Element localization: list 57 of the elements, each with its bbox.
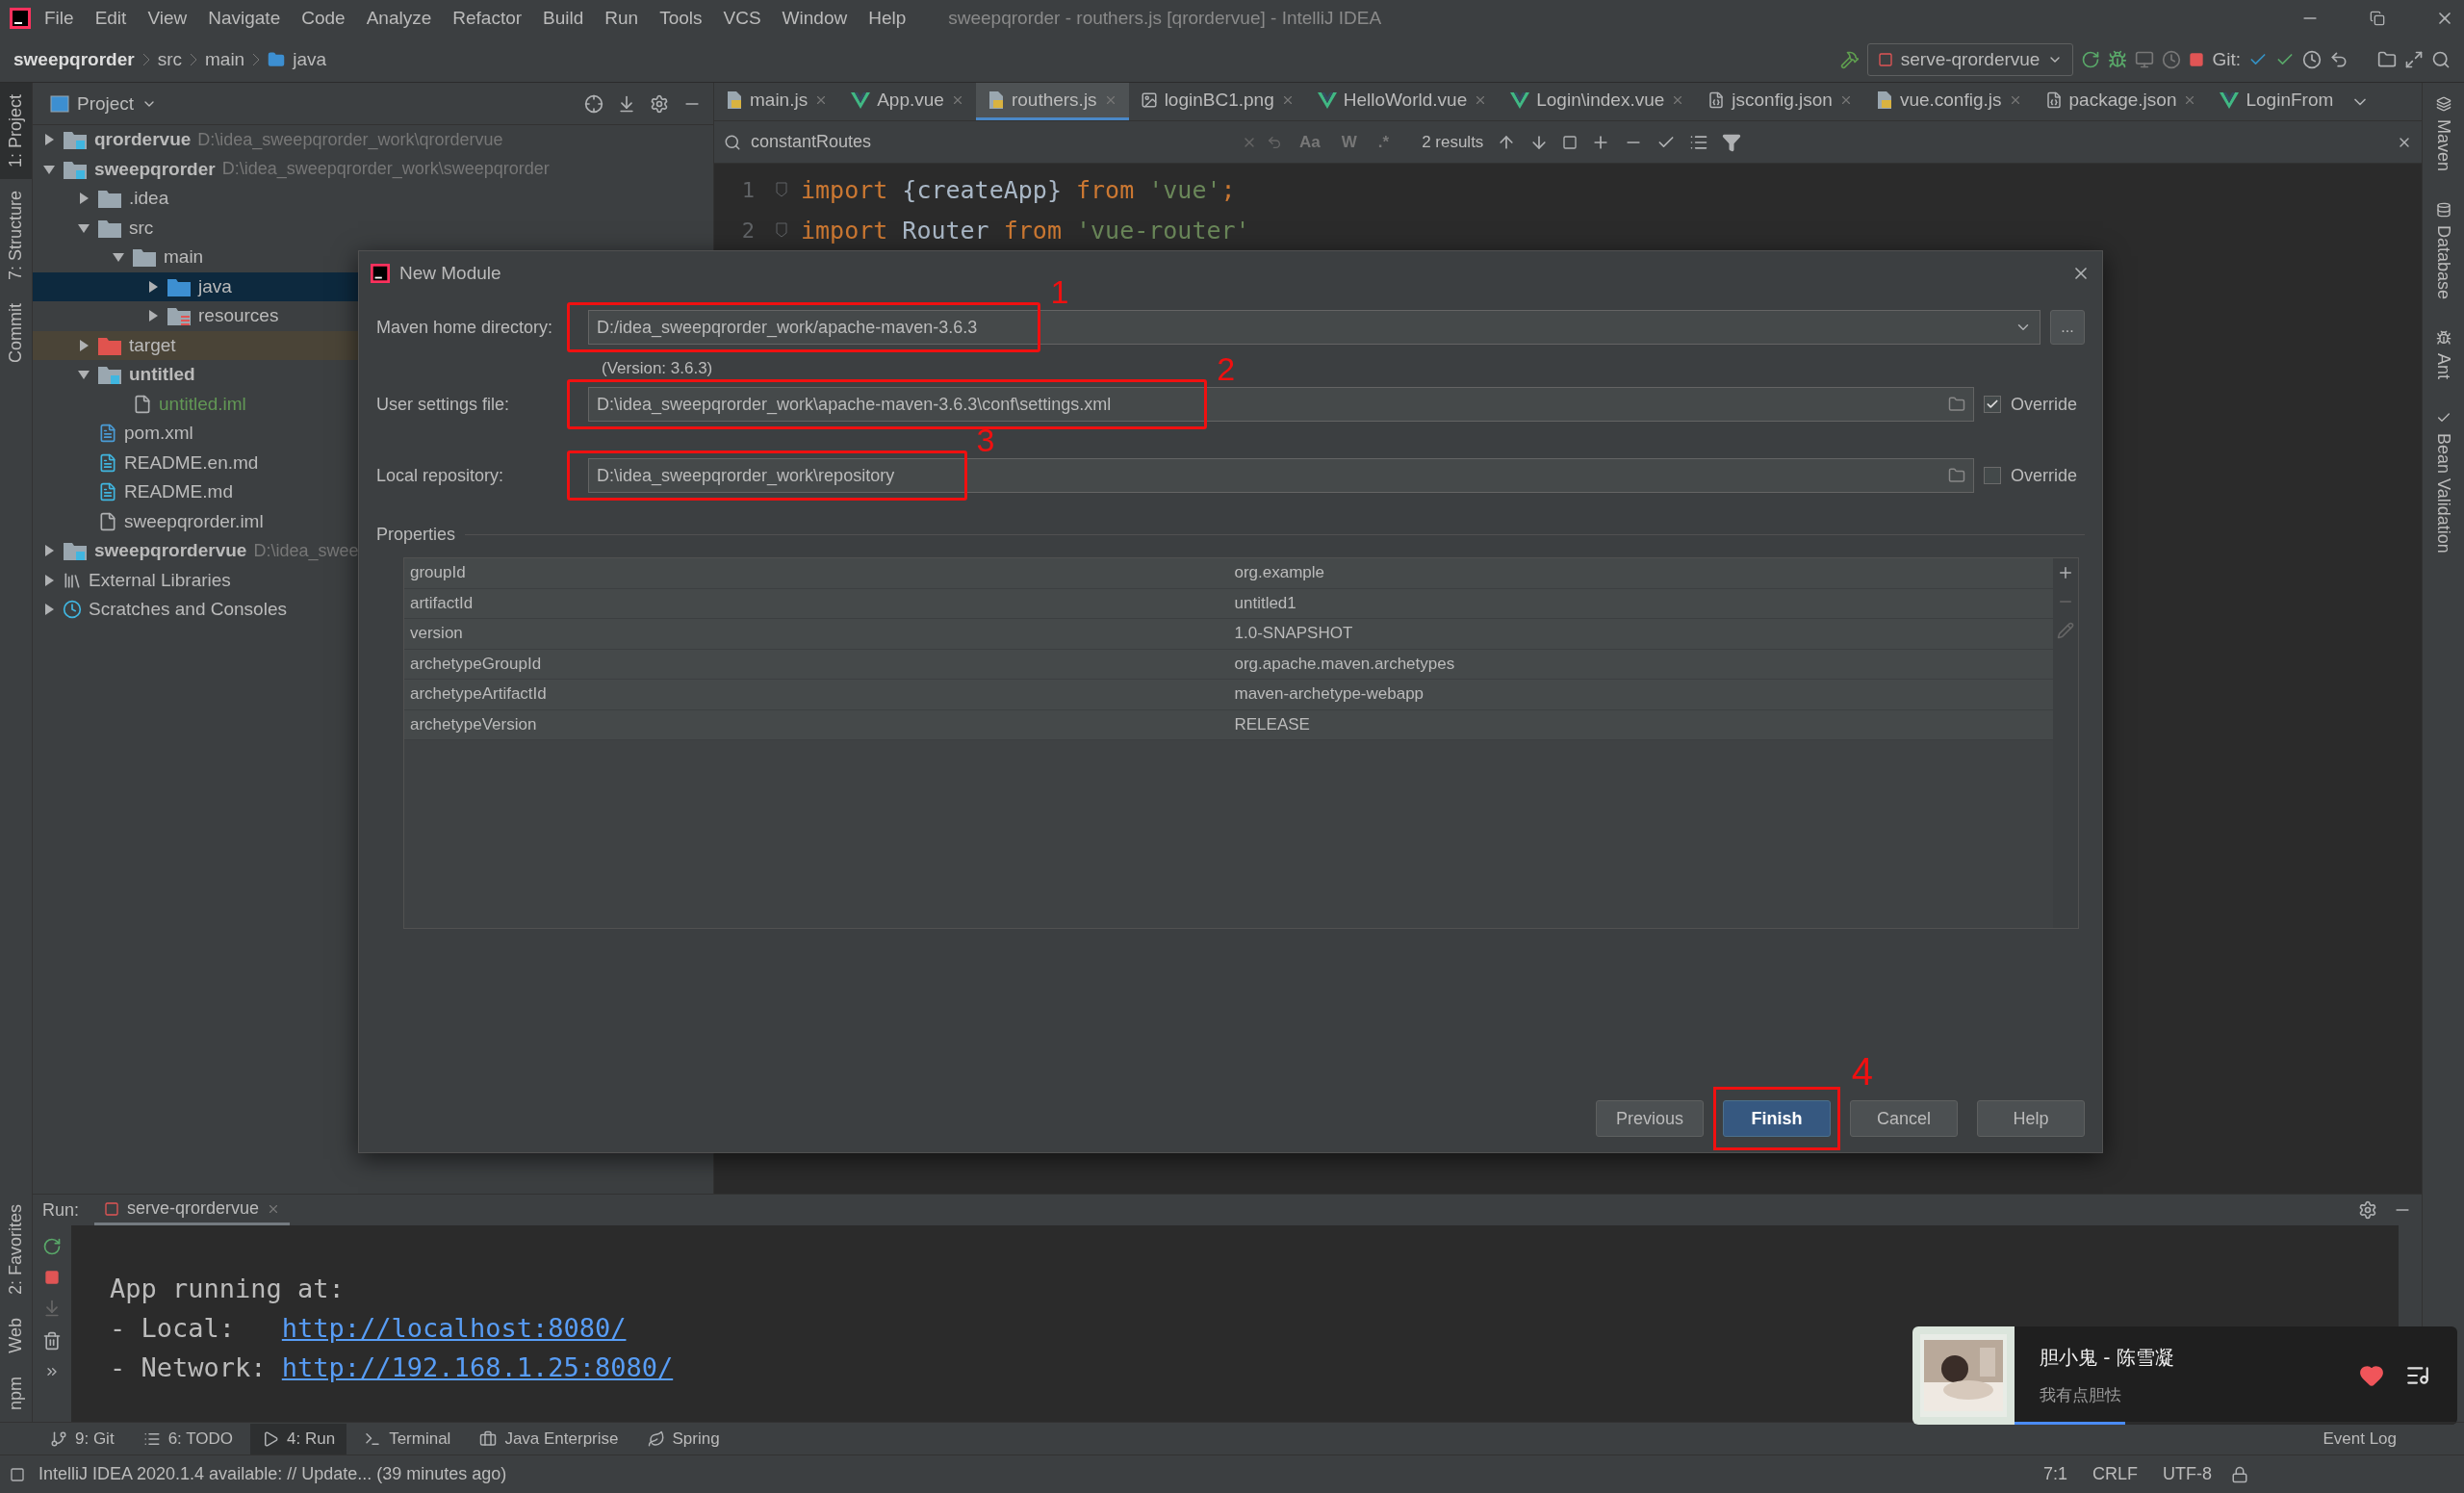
field-value: D:/idea_sweepqrorder_work/apache-maven-3.6.3 [597,317,978,338]
tree-item-name: target [129,334,176,356]
table-cell-text: groupId [409,563,467,583]
tree-item-name: Scratches and Consoles [89,599,287,621]
tree-item-name: untitled.iml [159,393,246,415]
tree-item-path: D:\idea_swee [253,540,359,561]
table-cell-text: archetypeVersion [409,714,538,734]
song-subtitle: 我有点胆怯 [2040,1384,2122,1406]
annotation-number: 1 [1050,275,1069,308]
line-number: 2 [740,218,756,243]
table-cell-text: RELEASE [1233,714,1311,734]
annotation-number: 3 [976,424,995,456]
table-cell-text: version [409,624,464,644]
version-note: (Version: 3.6.3) [602,359,713,378]
tree-item-name: README.en.md [124,451,259,474]
tree-item-name: .idea [129,188,169,210]
field-label: User settings file: [376,394,511,415]
table-cell-text: org.example [1233,563,1326,583]
section-title: Properties [376,524,456,545]
results-count: 2 results [1422,132,1484,152]
annotation-number: 4 [1851,1052,1873,1091]
window-title: sweepqrorder - routhers.js [qrordervue] - IntelliJ IDEA [948,8,1383,29]
line-number: 1 [740,177,756,202]
song-title: 胆小鬼 - 陈雪凝 [2040,1345,2175,1371]
table-cell-text: untitled1 [1233,593,1297,613]
tree-item-name: src [129,217,154,239]
table-cell-text: maven-archetype-webapp [1233,684,1425,705]
tree-item-name: pom.xml [124,423,193,445]
field-value: D:\idea_sweepqrorder_work\repository [597,465,895,486]
table-cell-text: archetypeGroupId [409,654,543,674]
code-line: import {createApp} from 'vue'; [801,175,1236,204]
tree-item-path: D:\idea_sweepqrorder_work\qrordervue [197,129,503,150]
annotation-number: 2 [1217,352,1236,385]
code-line: import Router from 'vue-router' [801,216,1250,245]
table-cell-text: org.apache.maven.archetypes [1233,654,1456,674]
checkbox-label: Override [2011,394,2078,415]
tree-item-path: D:\idea_sweepqrorder_work\sweepqrorder [221,159,550,180]
field-label: Maven home directory: [376,317,554,338]
table-cell-text: 1.0-SNAPSHOT [1233,624,1354,644]
field-value: D:\idea_sweepqrorder_work\apache-maven-3.6.3\conf\settings.xml [597,394,1112,415]
tree-item-name: External Libraries [89,569,231,591]
tree-item-name: sweepqrordervue [94,540,247,562]
dialog-title: New Module [399,263,502,284]
git-label: Git: [2212,48,2241,70]
tree-item-name: qrordervue [94,129,192,151]
table-cell-text: archetypeArtifactId [409,684,548,705]
run-label: Run: [42,1199,80,1221]
tree-item-name: README.md [124,481,233,503]
tree-item-name: sweepqrorder [94,158,216,180]
checkbox-label: Override [2011,465,2078,486]
tree-item-name: sweepqrorder.iml [124,510,264,532]
tree-item-name: java [198,275,232,297]
tree-item-name: resources [198,305,279,327]
tree-item-name: main [164,246,204,269]
table-cell-text: artifactId [409,593,475,613]
tree-item-name: untitled [129,364,195,386]
field-label: Local repository: [376,465,505,486]
